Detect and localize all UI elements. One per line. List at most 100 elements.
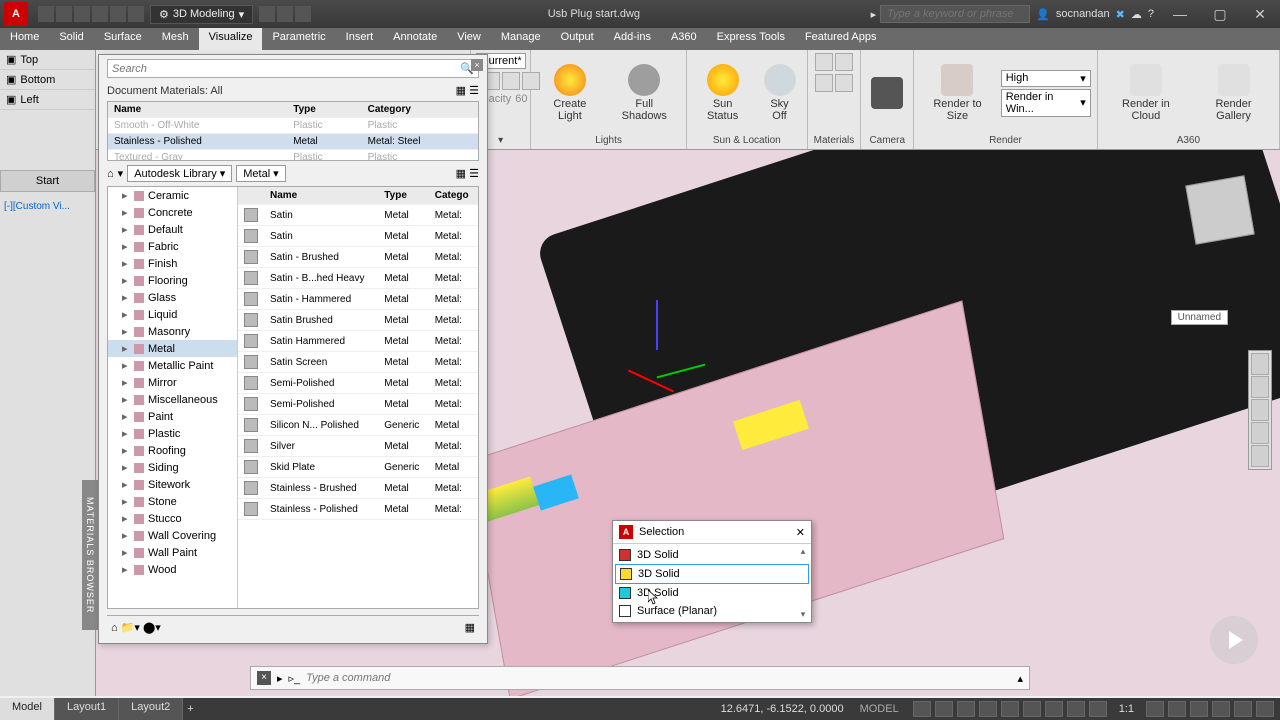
material-row[interactable]: Silicon N... PolishedGenericMetal (238, 415, 478, 436)
material-row[interactable]: SatinMetalMetal: (238, 226, 478, 247)
home-icon[interactable]: ⌂ (107, 168, 114, 180)
qat-new[interactable] (38, 6, 54, 22)
custom-view-label[interactable]: [-][Custom Vi... (0, 198, 95, 215)
st-ws[interactable] (1168, 701, 1186, 717)
qat-open[interactable] (56, 6, 72, 22)
ucs-unnamed-label[interactable]: Unnamed (1171, 310, 1228, 325)
selection-item[interactable]: 3D Solid (615, 564, 809, 584)
signin-icon[interactable]: 👤 (1036, 8, 1050, 21)
materials-browser-tab[interactable]: MATERIALS BROWSER (82, 480, 98, 630)
material-row[interactable]: Satin BrushedMetalMetal: (238, 310, 478, 331)
view-mode-icon[interactable]: ▦ (456, 85, 466, 97)
library-drop[interactable]: Autodesk Library▾ (127, 165, 232, 182)
tree-node-roofing[interactable]: ▸Roofing (108, 442, 237, 459)
tree-node-wall-paint[interactable]: ▸Wall Paint (108, 544, 237, 561)
tree-node-stone[interactable]: ▸Stone (108, 493, 237, 510)
anno-scale[interactable]: 1:1 (1113, 703, 1140, 715)
st-otrack[interactable] (1045, 701, 1063, 717)
tree-node-finish[interactable]: ▸Finish (108, 255, 237, 272)
tree-node-wall-covering[interactable]: ▸Wall Covering (108, 527, 237, 544)
tab-mesh[interactable]: Mesh (152, 28, 199, 50)
tab-view[interactable]: View (447, 28, 491, 50)
render-gallery-button[interactable]: Render Gallery (1194, 62, 1273, 124)
st-grid[interactable] (913, 701, 931, 717)
folder-drop[interactable]: Metal▾ (236, 165, 285, 182)
tree-node-miscellaneous[interactable]: ▸Miscellaneous (108, 391, 237, 408)
mat-ico-4[interactable] (835, 74, 853, 92)
layout-tab-model[interactable]: Model (0, 698, 55, 720)
selection-item[interactable]: Surface (Planar) (615, 602, 809, 620)
nav-orbit[interactable] (1251, 422, 1269, 444)
material-row[interactable]: Stainless - BrushedMetalMetal: (238, 478, 478, 499)
tree-node-sitework[interactable]: ▸Sitework (108, 476, 237, 493)
lib-list-icon[interactable]: ☰ (469, 168, 479, 180)
full-shadows-button[interactable]: Full Shadows (609, 62, 680, 124)
material-row[interactable]: Semi-PolishedMetalMetal: (238, 373, 478, 394)
doc-material-row[interactable]: Stainless - PolishedMetalMetal: Steel (108, 134, 478, 150)
keyword-search[interactable] (880, 5, 1030, 23)
add-layout[interactable]: + (183, 703, 197, 715)
tree-node-masonry[interactable]: ▸Masonry (108, 323, 237, 340)
cmdline-arrow[interactable]: ▸ (277, 672, 283, 685)
footer-lib-icon[interactable]: 📁▾ (121, 622, 140, 634)
minimize-button[interactable]: — (1160, 1, 1200, 27)
mat-ico-1[interactable] (815, 53, 833, 71)
render-cloud-button[interactable]: Render in Cloud (1104, 62, 1188, 124)
workspace-dropdown[interactable]: ⚙ 3D Modeling ▾ (150, 5, 253, 24)
doc-material-row[interactable]: Textured - GrayPlasticPlastic (108, 150, 478, 162)
tree-node-fabric[interactable]: ▸Fabric (108, 238, 237, 255)
material-row[interactable]: Satin - HammeredMetalMetal: (238, 289, 478, 310)
footer-apply-icon[interactable]: ▦ (465, 621, 475, 634)
nav-back-icon[interactable]: ▾ (118, 167, 124, 180)
qat-save[interactable] (74, 6, 90, 22)
st-lw[interactable] (1089, 701, 1107, 717)
command-input[interactable] (306, 672, 1011, 684)
tree-node-ceramic[interactable]: ▸Ceramic (108, 187, 237, 204)
material-row[interactable]: Satin HammeredMetalMetal: (238, 331, 478, 352)
mat-ico-2[interactable] (835, 53, 853, 71)
tree-node-glass[interactable]: ▸Glass (108, 289, 237, 306)
st-dyn[interactable] (1067, 701, 1085, 717)
tree-node-default[interactable]: ▸Default (108, 221, 237, 238)
st-iso[interactable] (1190, 701, 1208, 717)
nav-steering[interactable] (1251, 353, 1269, 375)
tab-home[interactable]: Home (0, 28, 49, 50)
qat-btn-a[interactable] (259, 6, 275, 22)
tree-node-concrete[interactable]: ▸Concrete (108, 204, 237, 221)
tab-output[interactable]: Output (551, 28, 604, 50)
tree-node-liquid[interactable]: ▸Liquid (108, 306, 237, 323)
maximize-button[interactable]: ▢ (1200, 1, 1240, 27)
st-snap[interactable] (935, 701, 953, 717)
create-light-button[interactable]: Create Light (537, 62, 602, 124)
lib-view-icon[interactable]: ▦ (456, 168, 466, 180)
tab-a360[interactable]: A360 (661, 28, 707, 50)
st-polar[interactable] (979, 701, 997, 717)
col-name[interactable]: Name (108, 102, 287, 118)
sun-status-button[interactable]: Sun Status (693, 62, 752, 124)
close-button[interactable]: ✕ (1240, 1, 1280, 27)
st-osnap[interactable] (1001, 701, 1019, 717)
tab-manage[interactable]: Manage (491, 28, 551, 50)
sky-off-button[interactable]: Sky Off (758, 62, 800, 124)
cmdline-close[interactable]: × (257, 671, 271, 685)
view-left[interactable]: ▣Left (0, 90, 95, 110)
gcol-type[interactable]: Type (378, 187, 428, 205)
material-row[interactable]: SilverMetalMetal: (238, 436, 478, 457)
play-overlay[interactable] (1210, 616, 1258, 664)
sel-scroll-down[interactable]: ▾ (797, 609, 809, 620)
st-hw[interactable] (1212, 701, 1230, 717)
material-row[interactable]: SatinMetalMetal: (238, 205, 478, 226)
qat-undo[interactable] (110, 6, 126, 22)
tab-solid[interactable]: Solid (49, 28, 93, 50)
tree-node-paint[interactable]: ▸Paint (108, 408, 237, 425)
col-category[interactable]: Category (362, 102, 478, 118)
mat-ico-3[interactable] (815, 74, 833, 92)
model-space-label[interactable]: MODEL (852, 703, 907, 715)
footer-home-icon[interactable]: ⌂ (111, 622, 118, 634)
app-icon[interactable]: A (4, 2, 28, 26)
tree-node-plastic[interactable]: ▸Plastic (108, 425, 237, 442)
tree-node-metal[interactable]: ▸Metal (108, 340, 237, 357)
start-tab[interactable]: Start (0, 170, 95, 192)
st-3dosnap[interactable] (1023, 701, 1041, 717)
gcol-name[interactable]: Name (264, 187, 378, 205)
